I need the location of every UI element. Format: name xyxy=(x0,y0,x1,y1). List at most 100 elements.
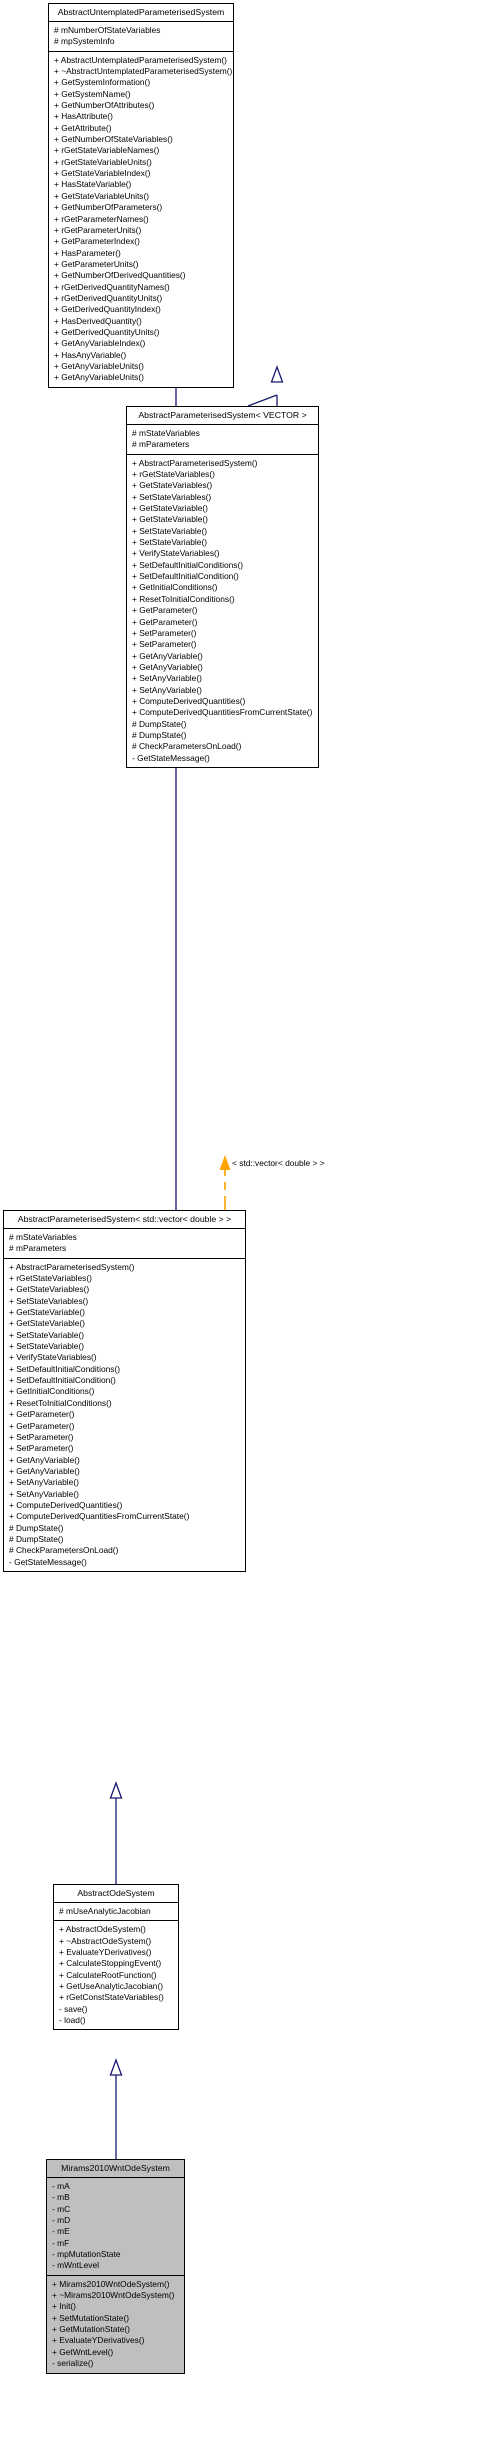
inheritance-edge-odesystem-to-stdvector xyxy=(109,1781,123,1884)
class-box-abstract-parameterised-system-vector[interactable]: AbstractParameterisedSystem< VECTOR > # … xyxy=(126,406,319,768)
class-attribute: # mParameters xyxy=(132,439,190,450)
class-operation: + ComputeDerivedQuantitiesFromCurrentSta… xyxy=(9,1511,190,1522)
class-operation: + GetNumberOfParameters() xyxy=(54,202,163,213)
class-attribute: # mParameters xyxy=(9,1243,67,1254)
class-operation: + ~Mirams2010WntOdeSystem() xyxy=(52,2290,175,2301)
class-attribute: - mB xyxy=(52,2192,70,2203)
class-operation: + HasStateVariable() xyxy=(54,179,132,190)
class-operation: + EvaluateYDerivatives() xyxy=(52,2335,145,2346)
class-operation: - GetStateMessage() xyxy=(132,752,210,763)
class-operation: + GetInitialConditions() xyxy=(132,582,218,593)
class-operation: + CalculateStoppingEvent() xyxy=(59,1958,162,1969)
class-operation: + Mirams2010WntOdeSystem() xyxy=(52,2278,170,2289)
class-box-abstract-ode-system[interactable]: AbstractOdeSystem # mUseAnalyticJacobian… xyxy=(53,1884,179,2031)
class-box-abstract-parameterised-system-std-vector-double[interactable]: AbstractParameterisedSystem< std::vector… xyxy=(3,1210,246,1572)
class-operation: + GetSystemInformation() xyxy=(54,77,151,88)
class-operation: + ~AbstractUntemplatedParameterisedSyste… xyxy=(54,66,233,77)
class-operation: + ComputeDerivedQuantities() xyxy=(9,1499,123,1510)
class-attribute: - mF xyxy=(52,2237,70,2248)
inheritance-edge-vector-to-untemplated xyxy=(247,365,284,407)
class-operation: + SetDefaultInitialCondition() xyxy=(9,1375,116,1386)
class-attributes: # mStateVariables # mParameters xyxy=(4,1229,245,1259)
class-title: AbstractUntemplatedParameterisedSystem xyxy=(49,4,233,22)
class-operation: # CheckParametersOnLoad() xyxy=(9,1545,119,1556)
class-operation: + GetStateVariables() xyxy=(9,1284,90,1295)
class-box-abstract-untemplated-parameterised-system[interactable]: AbstractUntemplatedParameterisedSystem #… xyxy=(48,3,234,388)
class-operation: + GetAnyVariableUnits() xyxy=(54,360,144,371)
class-operation: + GetAnyVariable() xyxy=(132,661,203,672)
class-operation: - load() xyxy=(59,2015,86,2026)
class-operation: + GetWntLevel() xyxy=(52,2346,114,2357)
class-operation: + GetStateVariableUnits() xyxy=(54,190,150,201)
class-operation: + VerifyStateVariables() xyxy=(9,1352,97,1363)
class-operation: + GetParameter() xyxy=(132,605,198,616)
class-title: AbstractOdeSystem xyxy=(54,1885,178,1903)
class-attribute: # mUseAnalyticJacobian xyxy=(59,1906,151,1916)
class-operation: + GetParameter() xyxy=(9,1409,75,1420)
class-operation: + CalculateRootFunction() xyxy=(59,1969,157,1980)
class-operation: + GetUseAnalyticJacobian() xyxy=(59,1981,164,1992)
class-operation: + SetStateVariable() xyxy=(132,537,208,548)
class-operation: + rGetDerivedQuantityNames() xyxy=(54,281,170,292)
class-attribute: # mStateVariables xyxy=(132,428,200,438)
template-binding-label: < std::vector< double > > xyxy=(232,1158,325,1168)
class-operation: + GetAnyVariable() xyxy=(132,650,203,661)
class-operation: + SetParameter() xyxy=(132,627,197,638)
class-title: AbstractParameterisedSystem< std::vector… xyxy=(4,1211,245,1229)
class-operation: + rGetDerivedQuantityUnits() xyxy=(54,292,163,303)
template-binding-edge xyxy=(219,1155,231,1210)
class-attribute: - mC xyxy=(52,2203,71,2214)
class-operation: + EvaluateYDerivatives() xyxy=(59,1947,152,1958)
class-operation: + GetStateVariable() xyxy=(132,503,208,514)
class-operation: # CheckParametersOnLoad() xyxy=(132,741,242,752)
class-operation: - GetStateMessage() xyxy=(9,1556,87,1567)
class-operation: + GetSystemName() xyxy=(54,88,131,99)
class-operation: + SetDefaultInitialConditions() xyxy=(132,559,244,570)
class-attributes: # mUseAnalyticJacobian xyxy=(54,1903,178,1922)
class-operation: + AbstractParameterisedSystem() xyxy=(132,457,258,468)
class-operation: + rGetStateVariables() xyxy=(132,469,215,480)
class-operation: + GetAnyVariableIndex() xyxy=(54,338,146,349)
class-operation: + GetStateVariable() xyxy=(9,1307,85,1318)
class-operation: + HasAttribute() xyxy=(54,111,113,122)
class-operations: + Mirams2010WntOdeSystem() + ~Mirams2010… xyxy=(47,2276,184,2373)
class-operation: + GetStateVariables() xyxy=(132,480,213,491)
class-operation: + GetStateVariableIndex() xyxy=(54,168,151,179)
class-operation: + rGetStateVariableUnits() xyxy=(54,156,152,167)
class-operation: + SetParameter() xyxy=(132,639,197,650)
class-operation: + ResetToInitialConditions() xyxy=(132,593,235,604)
class-attribute: - mD xyxy=(52,2215,71,2226)
class-operation: + SetStateVariable() xyxy=(9,1341,85,1352)
class-operation: # DumpState() xyxy=(9,1533,64,1544)
class-operation: + AbstractOdeSystem() xyxy=(59,1924,146,1935)
class-operation: + GetMutationState() xyxy=(52,2324,130,2335)
class-operations: + AbstractUntemplatedParameterisedSystem… xyxy=(49,52,233,387)
class-operation: + ComputeDerivedQuantitiesFromCurrentSta… xyxy=(132,707,313,718)
inheritance-edge-mirams-to-odesystem xyxy=(109,2058,123,2159)
class-operation: + GetStateVariable() xyxy=(132,514,208,525)
class-operation: + GetStateVariable() xyxy=(9,1318,85,1329)
class-operation: # DumpState() xyxy=(9,1522,64,1533)
class-title: Mirams2010WntOdeSystem xyxy=(47,2160,184,2178)
class-operation: + SetStateVariables() xyxy=(132,491,212,502)
class-attribute: # mpSystemInfo xyxy=(54,36,115,47)
class-attributes: - mA - mB - mC - mD - mE - mF - mpMutati… xyxy=(47,2178,184,2276)
class-operation: + SetParameter() xyxy=(9,1431,74,1442)
class-operation: + GetNumberOfStateVariables() xyxy=(54,134,173,145)
class-operation: # DumpState() xyxy=(132,718,187,729)
class-operation: + rGetConstStateVariables() xyxy=(59,1992,164,2003)
class-operation: + SetAnyVariable() xyxy=(9,1488,79,1499)
class-operation: + GetAttribute() xyxy=(54,122,112,133)
class-box-mirams-2010-wnt-ode-system[interactable]: Mirams2010WntOdeSystem - mA - mB - mC - … xyxy=(46,2159,185,2374)
class-operation: + SetDefaultInitialConditions() xyxy=(9,1363,121,1374)
class-attribute: # mNumberOfStateVariables xyxy=(54,25,161,35)
class-attributes: # mStateVariables # mParameters xyxy=(127,425,318,455)
class-attribute: - mpMutationState xyxy=(52,2249,121,2260)
class-operation: + ComputeDerivedQuantities() xyxy=(132,695,246,706)
class-operation: + SetStateVariable() xyxy=(9,1329,85,1340)
class-operation: + SetAnyVariable() xyxy=(9,1477,79,1488)
class-operation: + SetParameter() xyxy=(9,1443,74,1454)
class-operation: + ~AbstractOdeSystem() xyxy=(59,1935,152,1946)
class-operation: + SetDefaultInitialCondition() xyxy=(132,571,239,582)
class-operation: + GetAnyVariable() xyxy=(9,1465,80,1476)
